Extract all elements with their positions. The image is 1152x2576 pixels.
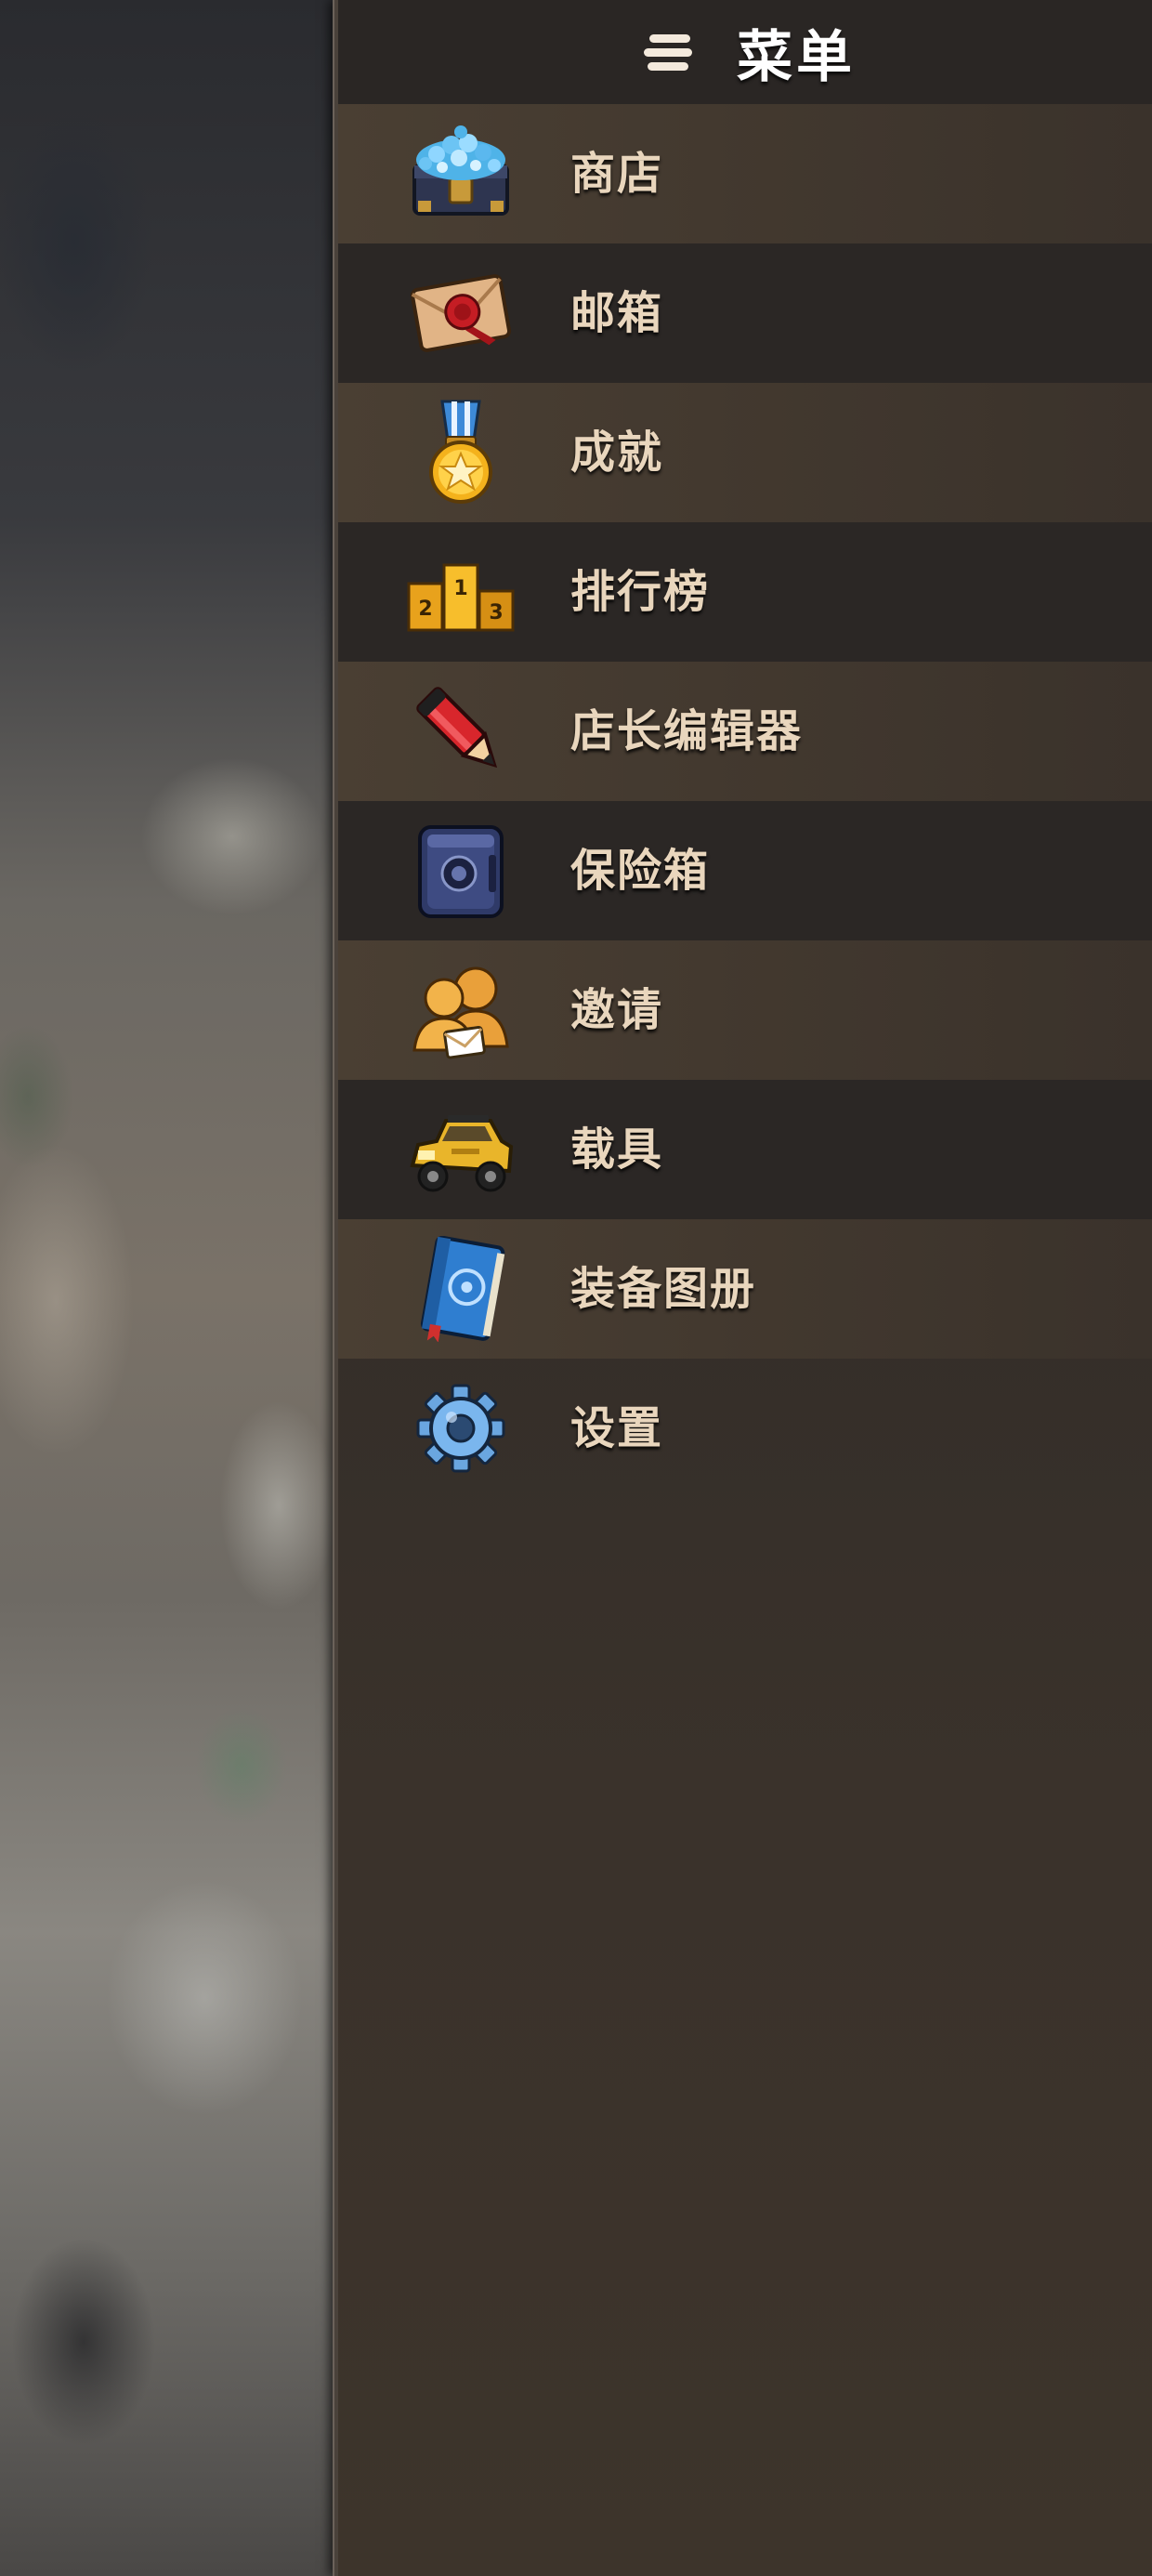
menu-item-label: 邮箱 [570,287,664,339]
gem-chest-icon [405,121,517,227]
menu-title: 菜单 [737,24,856,90]
menu-item-label: 装备图册 [570,1263,757,1315]
menu-item-label: 邀请 [570,984,664,1036]
invite-friends-icon [405,957,517,1063]
svg-text:1: 1 [453,577,467,600]
podium-icon: 2 1 3 [405,539,517,645]
menu-item-label: 成就 [570,427,664,479]
svg-text:2: 2 [418,598,432,621]
hamburger-menu-icon[interactable] [640,29,696,75]
red-pencil-icon [405,678,517,784]
sealed-envelope-icon [405,260,517,366]
menu-item-safe[interactable]: 保险箱 [338,801,1152,940]
menu-item-shop-editor[interactable]: 店长编辑器 [338,662,1152,801]
safe-icon [405,818,517,924]
menu-item-equipment-album[interactable]: 装备图册 [338,1219,1152,1359]
menu-item-achievements[interactable]: 成就 [338,383,1152,522]
gear-icon [405,1375,517,1481]
menu-item-invite[interactable]: 邀请 [338,940,1152,1080]
svg-text:3: 3 [489,601,503,624]
menu-item-vehicles[interactable]: 载具 [338,1080,1152,1219]
yellow-jeep-icon [405,1097,517,1203]
menu-panel: 菜单 商店 邮箱 成就 2 1 3 排行榜 店长编辑器 保险箱 邀请 载具 装备… [333,0,1152,2576]
menu-header: 菜单 [338,0,1152,104]
menu-item-mailbox[interactable]: 邮箱 [338,243,1152,383]
menu-item-label: 店长编辑器 [570,705,804,757]
menu-item-label: 设置 [570,1402,664,1454]
menu-item-label: 商店 [570,148,664,200]
star-medal-icon [405,400,517,506]
menu-item-shop[interactable]: 商店 [338,104,1152,243]
menu-list: 商店 邮箱 成就 2 1 3 排行榜 店长编辑器 保险箱 邀请 载具 装备图册 … [338,104,1152,1498]
menu-item-label: 载具 [570,1124,664,1176]
menu-item-leaderboard[interactable]: 2 1 3 排行榜 [338,522,1152,662]
menu-item-label: 排行榜 [570,566,711,618]
menu-item-settings[interactable]: 设置 [338,1359,1152,1498]
menu-item-label: 保险箱 [570,845,711,897]
blue-book-icon [405,1236,517,1342]
blurred-game-background[interactable] [0,0,334,2576]
